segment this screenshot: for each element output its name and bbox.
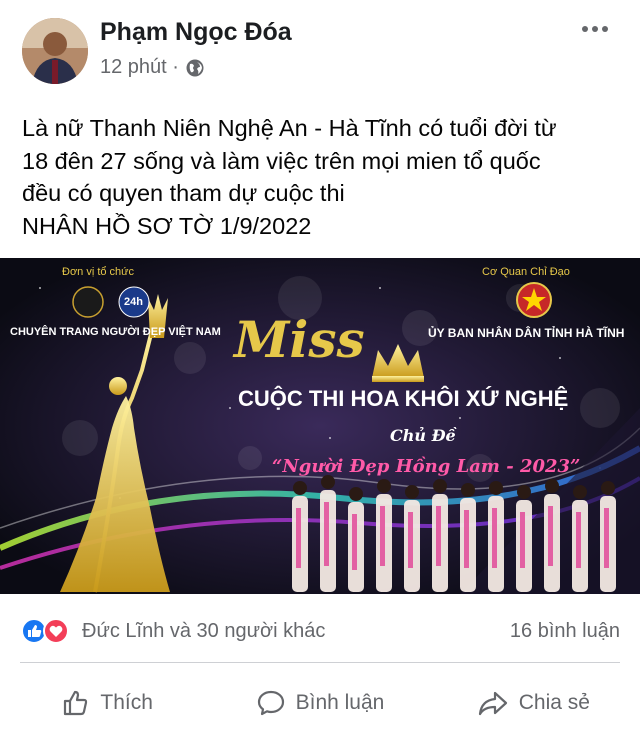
post-text-line: 18 đên 27 sống và làm việc trên mọi mien… bbox=[22, 147, 541, 174]
author-name[interactable]: Phạm Ngọc Đóa bbox=[100, 18, 292, 47]
share-button[interactable]: Chia sẻ bbox=[427, 670, 640, 735]
post-meta: 12 phút · bbox=[100, 56, 205, 79]
like-button[interactable]: Thích bbox=[0, 670, 213, 735]
post-header: Phạm Ngọc Đóa 12 phút · bbox=[0, 0, 640, 100]
avatar[interactable] bbox=[22, 18, 88, 84]
globe-icon bbox=[186, 59, 204, 76]
director-label: Cơ Quan Chỉ Đạo bbox=[482, 266, 570, 278]
reaction-icons[interactable] bbox=[20, 617, 76, 645]
organizer-name: CHUYÊN TRANG NGƯỜI ĐẸP VIỆT NAM bbox=[10, 326, 221, 338]
post-text-line: Là nữ Thanh Niên Nghệ An - Hà Tĩnh có tu… bbox=[22, 115, 557, 141]
share-label: Chia sẻ bbox=[518, 690, 590, 714]
like-label: Thích bbox=[100, 690, 153, 714]
theme-label: Chủ Đề bbox=[390, 426, 456, 445]
post-time[interactable]: 12 phút · bbox=[100, 56, 179, 79]
post-text-line: đều có quyen tham dự cuộc thi bbox=[22, 180, 345, 206]
theme-title: “Người Đẹp Hồng Lam - 2023” bbox=[272, 456, 581, 477]
love-icon bbox=[43, 618, 69, 644]
comment-label: Bình luận bbox=[295, 690, 385, 714]
post-image[interactable]: Đơn vị tổ chức 24h CHUYÊN TRANG NGƯỜI ĐẸ… bbox=[0, 258, 640, 594]
director-name: ỦY BAN NHÂN DÂN TỈNH HÀ TĨNH bbox=[428, 326, 625, 340]
divider bbox=[20, 662, 620, 663]
share-icon bbox=[478, 691, 507, 715]
reactions-bar: Đức Lĩnh và 30 người khác 16 bình luận bbox=[0, 604, 640, 656]
post-body: Là nữ Thanh Niên Nghệ An - Hà Tĩnh có tu… bbox=[22, 112, 622, 242]
organizer-label: Đơn vị tổ chức bbox=[62, 266, 135, 278]
like-icon bbox=[21, 618, 47, 644]
contest-title: CUỘC THI HOA KHÔI XỨ NGHỆ bbox=[238, 386, 569, 411]
logo2-text: 24h bbox=[124, 296, 143, 308]
miss-text: Miss bbox=[234, 310, 365, 369]
post-text-line: NHÂN HỒ SƠ TỜ 1/9/2022 bbox=[22, 212, 312, 239]
comment-button[interactable]: Bình luận bbox=[213, 670, 426, 735]
comment-icon bbox=[257, 690, 284, 715]
more-options-icon[interactable] bbox=[582, 26, 608, 32]
thumbs-up-icon bbox=[64, 690, 88, 715]
reaction-summary[interactable]: Đức Lĩnh và 30 người khác bbox=[82, 620, 325, 643]
action-bar: Thích Bình luận Chia sẻ bbox=[0, 670, 640, 735]
banner-background bbox=[0, 258, 640, 594]
comments-count[interactable]: 16 bình luận bbox=[510, 620, 620, 643]
